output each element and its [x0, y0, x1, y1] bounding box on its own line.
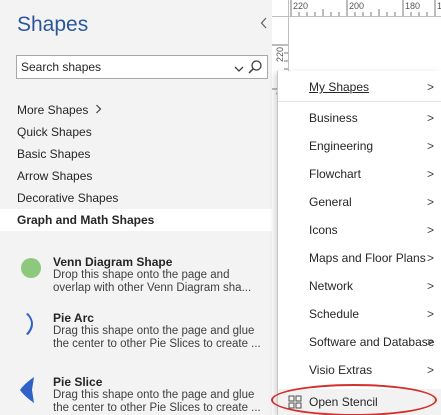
flyout-my-shapes[interactable]: My Shapes >	[278, 73, 441, 101]
more-shapes-item[interactable]: More Shapes	[0, 99, 272, 121]
flyout-flowchart[interactable]: Flowchart >	[278, 160, 441, 188]
flyout-software-database[interactable]: Software and Database >	[278, 328, 441, 356]
chevron-right-icon	[95, 99, 102, 121]
open-stencil-label: Open Stencil	[309, 395, 378, 409]
stencil-arrow-shapes[interactable]: Arrow Shapes	[0, 165, 272, 187]
flyout-item-label: Engineering	[309, 139, 374, 153]
shape-pie-arc[interactable]: Pie Arc Drag this shape onto the page an…	[0, 311, 272, 367]
search-icon	[248, 60, 262, 74]
chevron-right-icon: >	[426, 223, 434, 237]
pie-slice-icon	[20, 377, 34, 403]
chevron-right-icon: >	[426, 80, 434, 94]
shape-venn-diagram[interactable]: Venn Diagram Shape Drop this shape onto …	[0, 255, 272, 311]
venn-circle-icon	[21, 258, 41, 278]
flyout-item-label: Network	[309, 279, 354, 293]
shapes-pane: Shapes More Shapes Quick Shapes Basic Sh…	[0, 0, 272, 415]
chevron-right-icon: >	[426, 335, 434, 349]
chevron-left-icon	[260, 17, 267, 29]
ruler-tick-label: 220	[293, 1, 309, 11]
flyout-maps-floor-plans[interactable]: Maps and Floor Plans >	[278, 244, 441, 272]
search-box	[16, 55, 268, 79]
stencil-decorative-shapes[interactable]: Decorative Shapes	[0, 187, 272, 209]
stencil-grid-icon	[288, 395, 302, 409]
ruler-tick-label: 180	[405, 1, 421, 11]
more-shapes-label: More Shapes	[17, 103, 89, 117]
flyout-item-label: General	[309, 195, 352, 209]
shape-description: Drop this shape onto the page and overla…	[53, 269, 252, 294]
search-dropdown-button[interactable]	[233, 62, 245, 74]
flyout-business[interactable]: Business >	[278, 104, 441, 132]
stencil-graph-math-shapes[interactable]: Graph and Math Shapes	[0, 209, 272, 231]
chevron-right-icon: >	[426, 195, 434, 209]
chevron-right-icon: >	[426, 363, 434, 377]
chevron-right-icon: >	[426, 139, 434, 153]
flyout-icons[interactable]: Icons >	[278, 216, 441, 244]
pane-title: Shapes	[17, 13, 89, 36]
search-input[interactable]	[21, 59, 227, 75]
flyout-item-label: Business	[309, 111, 358, 125]
flyout-engineering[interactable]: Engineering >	[278, 132, 441, 160]
open-stencil-button[interactable]: Open Stencil	[278, 389, 441, 415]
flyout-item-label: Software and Database	[309, 335, 435, 349]
chevron-right-icon: >	[426, 111, 434, 125]
shape-pie-slice[interactable]: Pie Slice Drag this shape onto the page …	[0, 375, 272, 415]
flyout-item-label: Flowchart	[309, 167, 362, 181]
chevron-right-icon: >	[426, 279, 434, 293]
collapse-pane-button[interactable]	[258, 14, 270, 32]
flyout-general[interactable]: General >	[278, 188, 441, 216]
shape-name: Pie Slice	[53, 375, 103, 389]
chevron-right-icon: >	[426, 167, 434, 181]
stencil-quick-shapes[interactable]: Quick Shapes	[0, 121, 272, 143]
flyout-network[interactable]: Network >	[278, 272, 441, 300]
chevron-right-icon: >	[426, 307, 434, 321]
ruler-tick-label: 220	[275, 47, 285, 63]
chevron-down-icon	[234, 66, 244, 72]
more-shapes-flyout: My Shapes > Business > Engineering > Flowch…	[277, 71, 441, 415]
flyout-item-label: Visio Extras	[309, 363, 373, 377]
shape-name: Pie Arc	[53, 311, 94, 325]
shape-name: Venn Diagram Shape	[53, 255, 173, 269]
flyout-item-label: Schedule	[309, 307, 360, 321]
shape-description: Drag this shape onto the page and glue t…	[53, 325, 261, 350]
shape-description: Drag this shape onto the page and glue t…	[53, 389, 261, 414]
flyout-item-label: Maps and Floor Plans	[309, 251, 426, 265]
stencil-basic-shapes[interactable]: Basic Shapes	[0, 143, 272, 165]
ruler-tick-label: 16	[437, 1, 441, 11]
ruler-tick-label: 200	[349, 1, 365, 11]
flyout-item-label: My Shapes	[309, 80, 370, 94]
flyout-item-label: Icons	[309, 223, 338, 237]
pie-arc-icon	[26, 313, 33, 335]
divider	[278, 101, 441, 102]
ruler-corner	[272, 0, 289, 17]
flyout-schedule[interactable]: Schedule >	[278, 300, 441, 328]
horizontal-ruler: 220 200 180 16	[289, 0, 441, 17]
chevron-right-icon: >	[426, 251, 434, 265]
search-button[interactable]	[247, 59, 263, 75]
flyout-visio-extras[interactable]: Visio Extras >	[278, 356, 441, 384]
